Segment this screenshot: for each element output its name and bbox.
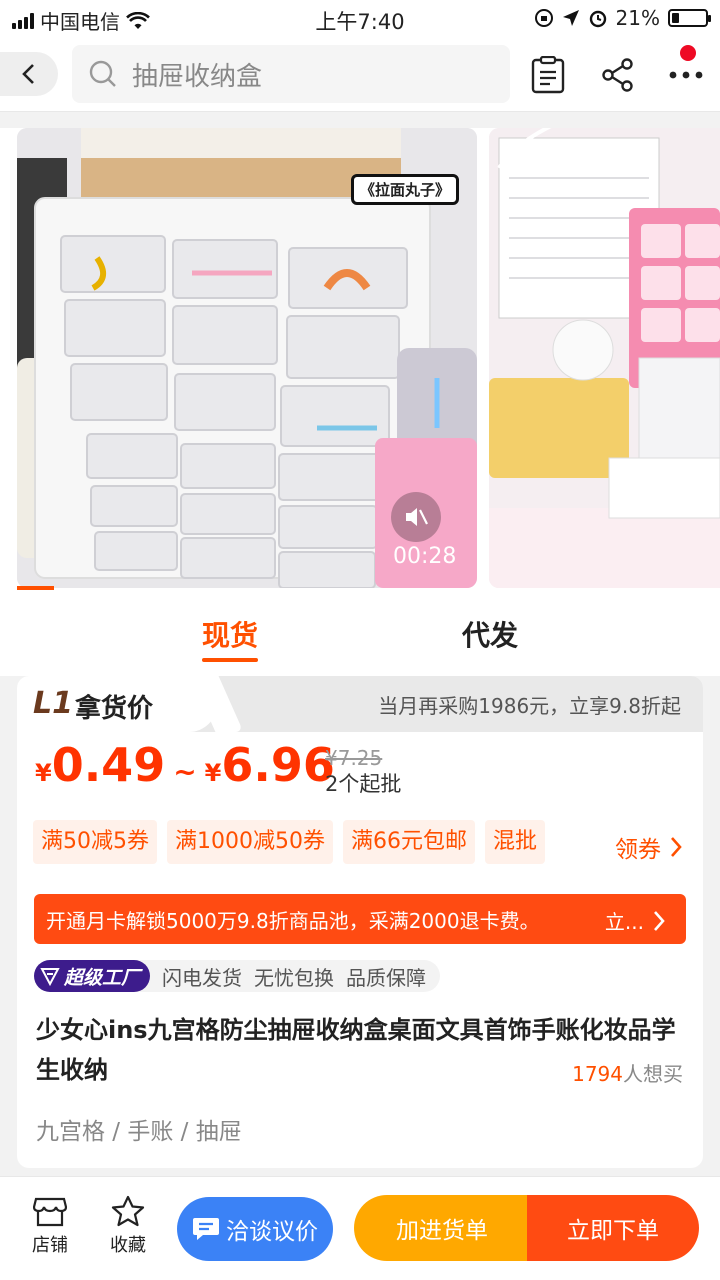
tab-active-underline (202, 658, 259, 662)
favorite-label: 收藏 (110, 1235, 146, 1256)
super-factory-badge: 超级工厂 (34, 960, 151, 992)
coupon-tag[interactable]: 混批 (484, 820, 545, 864)
product-video[interactable]: 《拉面丸子》 00:28 (17, 128, 477, 588)
product-photo-2[interactable] (489, 128, 720, 588)
add-to-cart-label: 加进货单 (396, 1218, 488, 1244)
orientation-lock-icon (534, 9, 553, 27)
coupon-tag[interactable]: 满50减5券 (33, 820, 157, 864)
chat-icon (193, 1218, 219, 1240)
price-min: 0.49 (51, 738, 166, 792)
shop-icon (33, 1197, 67, 1227)
super-factory-label: 超级工厂 (64, 966, 141, 989)
coupon-list: 满50减5券 满1000减50券 满66元包邮 混批 (33, 820, 545, 864)
negotiate-label: 洽谈议价 (226, 1219, 318, 1245)
product-photo-image (489, 128, 720, 588)
top-nav: 抽屉收纳盒 (0, 36, 720, 112)
overlay-label: 《拉面丸子》 (350, 174, 459, 205)
want-to-buy-count: 1794人想买 (572, 1058, 683, 1087)
alarm-icon (589, 10, 606, 28)
tab-in-stock[interactable]: 现货 (202, 614, 259, 662)
service-item: 闪电发货 (162, 965, 243, 990)
price-separator: ~ (173, 755, 197, 788)
star-icon (111, 1195, 145, 1227)
currency-symbol: ¥ (204, 759, 222, 787)
status-bar: 中国电信 上午7:40 21% (0, 0, 720, 36)
factory-icon (40, 968, 60, 986)
price-max: 6.96 (221, 738, 335, 792)
add-to-cart-button[interactable]: 加进货单 (354, 1195, 530, 1261)
bottom-action-bar: 店铺 收藏 洽谈议价 加进货单 立即下单 (0, 1176, 720, 1280)
chevron-left-icon (22, 64, 34, 84)
tab-dropship[interactable]: 代发 (462, 614, 518, 654)
chevron-right-icon (654, 910, 665, 931)
video-duration: 00:28 (393, 544, 457, 569)
product-categories: 九宫格 / 手账 / 抽屉 (36, 1119, 242, 1145)
share-button[interactable] (596, 53, 640, 97)
level-badge: L1 (33, 686, 73, 721)
shop-label: 店铺 (32, 1235, 68, 1256)
coupon-tag[interactable]: 满66元包邮 (342, 820, 475, 864)
favorite-button[interactable]: 收藏 (98, 1195, 158, 1257)
battery-level (672, 13, 679, 23)
repurchase-note: 当月再采购1986元，立享9.8折起 (378, 694, 681, 718)
service-item: 品质保障 (346, 965, 427, 990)
service-item: 无忧包换 (254, 965, 335, 990)
battery-icon (668, 9, 711, 27)
stock-tabs: 现货 代发 (0, 590, 720, 676)
buy-now-button[interactable]: 立即下单 (527, 1195, 699, 1261)
service-tags[interactable]: 超级工厂 闪电发货 无忧包换 品质保障 (34, 960, 441, 992)
share-icon (602, 58, 633, 92)
tab-dropship-label: 代发 (462, 619, 519, 652)
shop-button[interactable]: 店铺 (20, 1195, 80, 1257)
get-coupon-label: 领券 (615, 837, 661, 863)
buy-now-label: 立即下单 (567, 1218, 659, 1244)
coupon-tag[interactable]: 满1000减50券 (167, 820, 333, 864)
status-right: 21% (534, 6, 711, 30)
more-icon (669, 71, 703, 79)
get-coupon-button[interactable]: 领券 (615, 830, 683, 864)
banner-cta[interactable]: 立... (605, 906, 666, 935)
battery-percent: 21% (615, 6, 660, 30)
monthly-card-banner[interactable]: 开通月卡解锁5000万9.8折商品池，采满2000退卡费。 立... (34, 894, 686, 944)
currency-symbol: ¥ (35, 759, 52, 787)
banner-cta-label: 立... (604, 910, 644, 934)
back-button[interactable] (0, 52, 58, 96)
want-number: 1794 (572, 1062, 623, 1086)
original-price: ¥7.25 (325, 746, 383, 770)
negotiate-button[interactable]: 洽谈议价 (177, 1197, 333, 1261)
chevron-right-icon (671, 837, 682, 857)
notification-dot (680, 45, 696, 61)
clipboard-icon (531, 56, 565, 94)
min-order-qty: 2个起批 (325, 772, 402, 796)
want-suffix: 人想买 (623, 1062, 683, 1086)
list-button[interactable] (526, 53, 570, 97)
search-icon (89, 60, 116, 87)
mute-button[interactable] (391, 492, 441, 542)
speaker-mute-icon (406, 508, 428, 526)
media-gallery[interactable]: 《拉面丸子》 00:28 (0, 128, 720, 590)
price-title: 拿货价 (75, 694, 154, 724)
search-placeholder: 抽屉收纳盒 (132, 61, 263, 92)
banner-text: 开通月卡解锁5000万9.8折商品池，采满2000退卡费。 (46, 908, 540, 933)
tab-in-stock-label: 现货 (202, 619, 259, 652)
price-header: L1 拿货价 当月再采购1986元，立享9.8折起 (17, 676, 703, 732)
location-icon (562, 10, 579, 26)
product-info-card: L1 拿货价 当月再采购1986元，立享9.8折起 ¥0.49 ~ ¥6.96 ¥7… (17, 676, 703, 1168)
price-range: ¥0.49 ~ ¥6.96 (35, 738, 335, 808)
search-input[interactable]: 抽屉收纳盒 (72, 45, 510, 103)
